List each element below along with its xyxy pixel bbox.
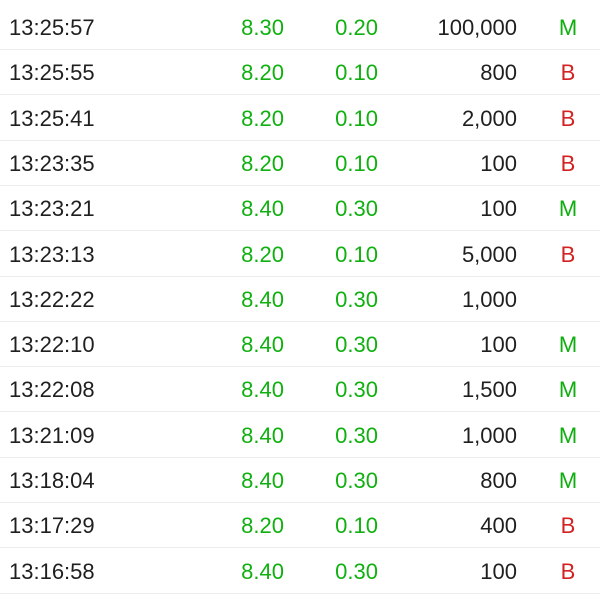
- trade-change: 0.30: [335, 377, 378, 403]
- trade-side-marker: M: [558, 468, 578, 493]
- trade-row[interactable]: 13:21:09 8.40 0.30 1,000 M: [0, 413, 600, 458]
- trade-price: 8.30: [241, 15, 284, 40]
- trade-time: 13:17:29: [9, 513, 95, 539]
- trade-change: 0.30: [335, 196, 378, 222]
- trade-volume: 800: [480, 60, 517, 86]
- trade-price: 8.40: [241, 558, 284, 584]
- trade-change: 0.10: [335, 105, 378, 131]
- trade-change: 0.30: [335, 422, 378, 448]
- trade-time: 13:25:41: [9, 105, 95, 131]
- trade-list: 13:25:57 8.30 0.20 100,000 M 13:25:55 8.20 0.10…: [0, 0, 600, 600]
- trade-price: 8.20: [241, 105, 284, 131]
- trade-time: 13:21:09: [9, 422, 95, 448]
- trade-change: 0.30: [335, 558, 378, 584]
- trade-time: 13:25:57: [9, 15, 95, 40]
- trade-row[interactable]: 13:17:29 8.20 0.10 400 B: [0, 503, 600, 549]
- trade-side-marker: M: [558, 15, 578, 40]
- trade-volume: 100: [480, 150, 517, 176]
- trade-volume: 100: [480, 558, 517, 584]
- trade-volume: 1,000: [461, 286, 517, 312]
- trade-row[interactable]: 13:22:08 8.40 0.30 1,500 M: [0, 367, 600, 413]
- trade-volume: 5,000: [461, 241, 517, 267]
- trade-price: 8.40: [241, 422, 284, 448]
- trade-row[interactable]: 13:25:41 8.20 0.10 2,000 B: [0, 96, 600, 141]
- trade-volume: 1,500: [461, 377, 517, 403]
- trade-price: 8.40: [241, 286, 284, 312]
- trade-change: 0.10: [335, 241, 378, 267]
- trade-side-marker: B: [560, 150, 576, 176]
- trade-side-marker: B: [560, 513, 576, 539]
- trade-price: 8.40: [241, 196, 284, 222]
- trade-row[interactable]: 13:22:10 8.40 0.30 100 M: [0, 322, 600, 368]
- trade-side-marker: M: [558, 377, 578, 403]
- trade-volume: 100,000: [437, 15, 517, 40]
- trade-price: 8.20: [241, 513, 284, 539]
- trade-side-marker: B: [560, 105, 576, 131]
- trade-change: 0.30: [335, 468, 378, 493]
- trade-row[interactable]: 13:22:22 8.40 0.30 1,000: [0, 277, 600, 322]
- trade-row[interactable]: 13:25:55 8.20 0.10 800 B: [0, 50, 600, 96]
- trade-row[interactable]: 13:23:13 8.20 0.10 5,000 B: [0, 232, 600, 277]
- trade-change: 0.30: [335, 332, 378, 358]
- trade-price: 8.40: [241, 332, 284, 358]
- trade-change: 0.10: [335, 60, 378, 86]
- trade-change: 0.10: [335, 150, 378, 176]
- trade-row[interactable]: 13:16:58 8.40 0.30 100 B: [0, 549, 600, 594]
- trade-side-marker: M: [558, 332, 578, 358]
- trade-side-marker: M: [558, 422, 578, 448]
- trade-time: 13:23:35: [9, 150, 95, 176]
- trade-change: 0.30: [335, 286, 378, 312]
- trade-time: 13:23:13: [9, 241, 95, 267]
- trade-row[interactable]: 13:18:04 8.40 0.30 800 M: [0, 458, 600, 503]
- trade-side-marker: M: [558, 196, 578, 222]
- trade-price: 8.40: [241, 468, 284, 493]
- trade-volume: 2,000: [461, 105, 517, 131]
- trade-row[interactable]: 13:23:21 8.40 0.30 100 M: [0, 186, 600, 232]
- trade-price: 8.20: [241, 60, 284, 86]
- trade-price: 8.20: [241, 241, 284, 267]
- trade-row[interactable]: 13:23:35 8.20 0.10 100 B: [0, 141, 600, 186]
- trade-volume: 800: [480, 468, 517, 493]
- trade-time: 13:22:10: [9, 332, 95, 358]
- trade-side-marker: B: [560, 558, 576, 584]
- trade-time: 13:22:08: [9, 377, 95, 403]
- trade-side-marker: B: [560, 241, 576, 267]
- trade-row[interactable]: 13:25:57 8.30 0.20 100,000 M: [0, 5, 600, 50]
- trade-side-marker: [556, 277, 580, 322]
- trade-time: 13:22:22: [9, 286, 95, 312]
- trade-side-marker: B: [560, 60, 576, 86]
- trade-volume: 400: [480, 513, 517, 539]
- trade-time: 13:16:58: [9, 558, 95, 584]
- trade-volume: 100: [480, 332, 517, 358]
- trade-time: 13:18:04: [9, 468, 95, 493]
- trade-change: 0.10: [335, 513, 378, 539]
- trade-volume: 1,000: [461, 422, 517, 448]
- trade-price: 8.40: [241, 377, 284, 403]
- trade-time: 13:25:55: [9, 60, 95, 86]
- trade-time: 13:23:21: [9, 196, 95, 222]
- trade-change: 0.20: [335, 15, 378, 40]
- trade-volume: 100: [480, 196, 517, 222]
- trade-price: 8.20: [241, 150, 284, 176]
